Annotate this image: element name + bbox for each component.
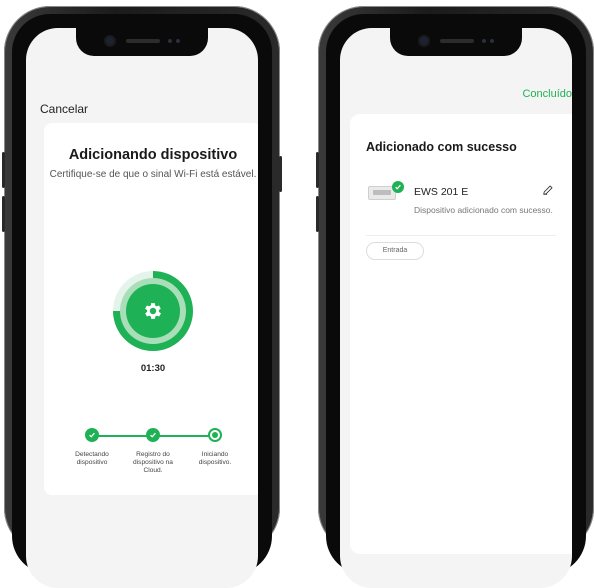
phone-bezel: Cancelar Adicionando dispositivo Certifi…: [12, 14, 272, 588]
divider: [366, 235, 556, 236]
room-chip[interactable]: Entrada: [366, 242, 424, 260]
check-icon: [392, 181, 404, 193]
phone-left: Cancelar Adicionando dispositivo Certifi…: [2, 6, 282, 588]
notch: [76, 28, 208, 56]
front-camera: [106, 37, 114, 45]
earpiece-speaker: [126, 39, 160, 43]
pencil-icon[interactable]: [542, 184, 554, 196]
phone-right: Concluído Adicionado com sucesso EWS 201…: [316, 6, 594, 588]
screen-added-success: Concluído Adicionado com sucesso EWS 201…: [340, 28, 572, 588]
device-status: Dispositivo adicionado com sucesso.: [414, 205, 553, 215]
step-1-label: Detectando dispositivo: [75, 451, 109, 466]
adding-device-card: Adicionando dispositivo Certifique-se de…: [44, 123, 258, 495]
sensor-dot: [490, 39, 494, 43]
success-card: Adicionado com sucesso EWS 201 E Disposi…: [350, 114, 572, 554]
cancel-button[interactable]: Cancelar: [40, 102, 88, 116]
done-button[interactable]: Concluído: [522, 88, 572, 100]
phone-bezel: Concluído Adicionado com sucesso EWS 201…: [326, 14, 586, 588]
volume-down-button: [2, 196, 5, 232]
screen-adding-device: Cancelar Adicionando dispositivo Certifi…: [26, 28, 258, 588]
volume-up-button: [316, 152, 319, 188]
check-icon: [89, 432, 95, 438]
earpiece-speaker: [440, 39, 474, 43]
volume-up-button: [2, 152, 5, 188]
front-camera: [420, 37, 428, 45]
notch: [390, 28, 522, 56]
device-name: EWS 201 E: [414, 186, 469, 198]
gear-icon: [145, 303, 161, 319]
countdown-timer: 01:30: [140, 363, 166, 374]
step-1-done-icon: [85, 428, 99, 442]
wifi-hint: Certifique-se de que o sinal Wi-Fi está …: [49, 169, 257, 180]
step-3-in-progress-icon: [208, 428, 222, 442]
sensor-dot: [482, 39, 486, 43]
volume-down-button: [316, 196, 319, 232]
step-3-label: Iniciando dispositivo.: [198, 451, 232, 466]
sensor-dot: [168, 39, 172, 43]
check-icon: [150, 432, 156, 438]
step-2-done-icon: [146, 428, 160, 442]
ring-center: [126, 284, 180, 338]
step-2-label: Registro do dispositivo na Cloud.: [133, 451, 173, 474]
progress-ring: [113, 271, 193, 351]
power-button: [279, 156, 282, 192]
sensor-dot: [176, 39, 180, 43]
page-title: Adicionado com sucesso: [366, 140, 517, 154]
page-title: Adicionando dispositivo: [68, 147, 238, 163]
